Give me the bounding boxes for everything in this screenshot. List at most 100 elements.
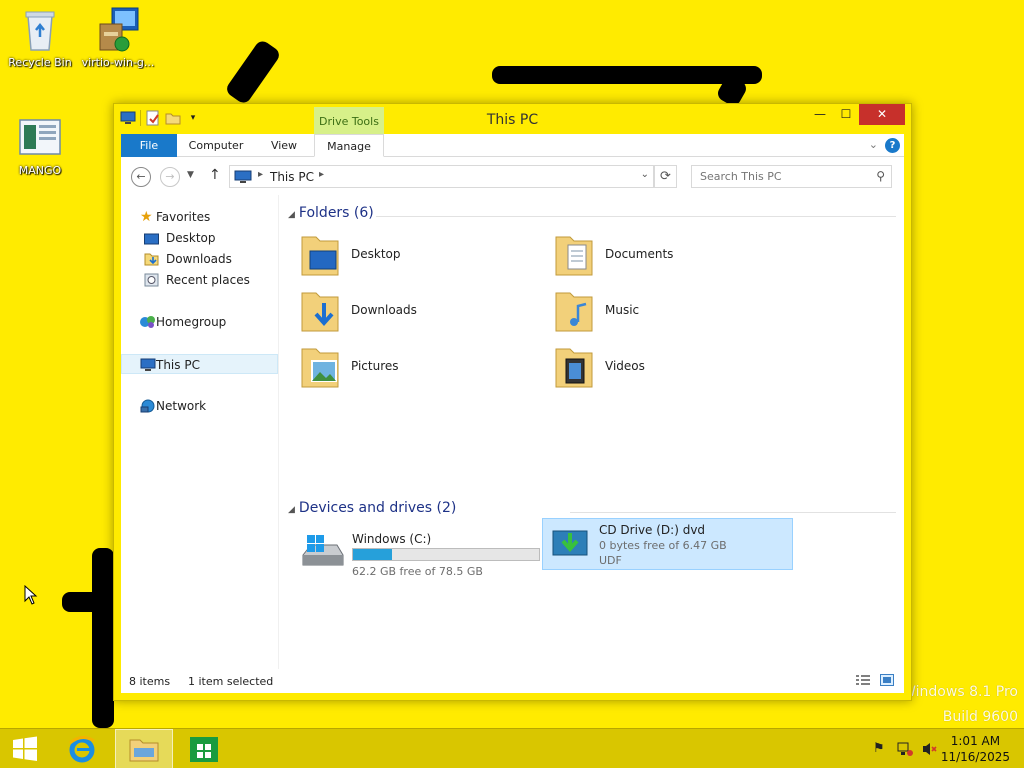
folder-name: Videos [605, 359, 645, 373]
sidebar-item-label: Favorites [156, 210, 211, 224]
internet-explorer-icon [69, 736, 95, 763]
downloads-icon [144, 252, 159, 266]
desktop-icon-label: MANGO [18, 164, 62, 177]
title-bar[interactable]: ▾ Drive Tools This PC — ☐ ✕ [114, 104, 911, 134]
sidebar-item-recent-places[interactable]: Recent places [121, 270, 278, 290]
group-divider [570, 512, 896, 513]
details-view-icon[interactable] [856, 674, 870, 686]
tab-manage[interactable]: Manage [314, 134, 384, 157]
this-pc-icon [140, 358, 156, 372]
drive-usage-bar [352, 548, 540, 561]
search-input[interactable] [692, 166, 852, 187]
wallpaper-stroke [223, 38, 283, 106]
installer-icon [94, 6, 142, 54]
folder-documents[interactable]: Documents [550, 231, 790, 283]
sidebar-item-label: Recent places [166, 273, 250, 287]
breadcrumb-chevron-icon[interactable]: ▸ [258, 169, 263, 180]
group-title: Devices and drives (2) [298, 500, 457, 516]
forward-button[interactable]: → [160, 167, 180, 187]
item-count: 8 items [129, 675, 171, 688]
collapse-group-icon[interactable]: ◢ [288, 210, 295, 220]
folder-name: Documents [605, 247, 674, 261]
items-view: ◢ Folders (6) Desktop Documents Downloads… [280, 195, 904, 669]
tab-view[interactable]: View [261, 134, 307, 157]
recent-locations-icon[interactable]: ▼ [187, 170, 194, 180]
drive-tools-context-tab: Drive Tools [314, 107, 384, 134]
clock-date: 11/16/2025 [940, 750, 1010, 764]
customize-toolbar-icon[interactable]: ▾ [185, 110, 201, 126]
tab-computer[interactable]: Computer [183, 134, 249, 157]
start-button[interactable] [0, 729, 58, 768]
sidebar-item-desktop[interactable]: Desktop [121, 228, 278, 248]
mouse-cursor-icon [24, 584, 38, 608]
taskbar: ⚑ 1:01 AM 11/16/2025 [0, 728, 1024, 768]
wallpaper-stroke [62, 592, 118, 612]
this-pc-icon [234, 170, 252, 187]
folder-music[interactable]: Music [550, 287, 790, 339]
help-icon[interactable]: ? [885, 138, 900, 153]
breadcrumb-chevron-icon[interactable]: ▸ [319, 169, 324, 180]
network-icon [140, 399, 155, 413]
collapse-group-icon[interactable]: ◢ [288, 505, 295, 515]
folder-pictures[interactable]: Pictures [296, 343, 536, 395]
desktop-icon-label: Recycle Bin [8, 56, 72, 69]
back-button[interactable]: ← [131, 167, 151, 187]
address-dropdown-icon[interactable]: ⌄ [641, 169, 649, 180]
expand-ribbon-icon[interactable]: ⌄ [869, 138, 878, 151]
address-bar[interactable]: ▸ This PC ▸ ⌄ [229, 165, 654, 188]
sidebar-item-downloads[interactable]: Downloads [121, 249, 278, 269]
folder-downloads[interactable]: Downloads [296, 287, 536, 339]
network-status-icon[interactable] [897, 741, 913, 757]
folder-name: Music [605, 303, 640, 317]
taskbar-internet-explorer[interactable] [56, 729, 114, 768]
new-folder-icon[interactable] [165, 110, 181, 126]
large-icons-view-icon[interactable] [880, 674, 894, 686]
properties-icon[interactable] [145, 110, 161, 126]
sidebar-item-label: Network [156, 399, 207, 413]
refresh-button[interactable]: ⟳ [654, 165, 677, 188]
sidebar-item-network[interactable]: Network [121, 396, 278, 416]
wallpaper-stroke [492, 66, 762, 84]
sidebar-item-homegroup[interactable]: Homegroup [121, 312, 278, 332]
explorer-window[interactable]: ▾ Drive Tools This PC — ☐ ✕ File Compute… [113, 103, 912, 701]
breadcrumb-this-pc[interactable]: This PC [270, 170, 314, 184]
recent-places-icon [144, 273, 159, 287]
desktop-icon-virtio[interactable]: virtio-win-g... [78, 6, 158, 69]
action-center-flag-icon[interactable]: ⚑ [873, 741, 889, 757]
search-box[interactable]: ⚲ [691, 165, 892, 188]
close-button[interactable]: ✕ [859, 104, 905, 125]
minimize-button[interactable]: — [807, 104, 833, 125]
document-icon [16, 114, 64, 162]
system-clock[interactable]: 1:01 AM 11/16/2025 [941, 733, 1010, 765]
volume-muted-icon[interactable] [922, 741, 938, 757]
up-button[interactable]: ↑ [209, 167, 221, 183]
desktop-icon-recycle-bin[interactable]: Recycle Bin [0, 6, 80, 69]
search-icon[interactable]: ⚲ [876, 169, 885, 183]
group-title: Folders (6) [298, 205, 374, 221]
selection-count: 1 item selected [188, 675, 274, 688]
folder-desktop[interactable]: Desktop [296, 231, 536, 283]
desktop-icon-mango[interactable]: MANGO [0, 114, 80, 177]
sidebar-item-favorites[interactable]: ★ Favorites [121, 207, 278, 227]
folder-name: Downloads [351, 303, 417, 317]
desktop-folder-icon [300, 233, 340, 279]
folder-videos[interactable]: Videos [550, 343, 790, 395]
folders-group-header[interactable]: ◢ Folders (6) [288, 205, 374, 221]
drive-free-space: 0 bytes free of 6.47 GB [599, 539, 727, 552]
windows-drive-icon [299, 533, 347, 576]
downloads-folder-icon [300, 289, 340, 335]
drive-c[interactable]: Windows (C:) 62.2 GB free of 78.5 GB [296, 528, 548, 580]
taskbar-store[interactable] [175, 729, 233, 768]
folder-name: Desktop [351, 247, 401, 261]
this-pc-icon[interactable] [120, 110, 136, 126]
devices-group-header[interactable]: ◢ Devices and drives (2) [288, 500, 456, 516]
documents-folder-icon [554, 233, 594, 279]
drive-d[interactable]: CD Drive (D:) dvd 0 bytes free of 6.47 G… [542, 518, 793, 570]
window-title: This PC [486, 112, 539, 128]
sidebar-item-label: This PC [156, 358, 200, 372]
taskbar-file-explorer[interactable] [115, 729, 173, 768]
sidebar-item-this-pc[interactable]: This PC [121, 354, 278, 374]
navigation-bar: ← → ▼ ↑ ▸ This PC ▸ ⌄ ⟳ ⚲ [121, 157, 904, 195]
maximize-button[interactable]: ☐ [833, 104, 859, 125]
tab-file[interactable]: File [121, 134, 177, 157]
